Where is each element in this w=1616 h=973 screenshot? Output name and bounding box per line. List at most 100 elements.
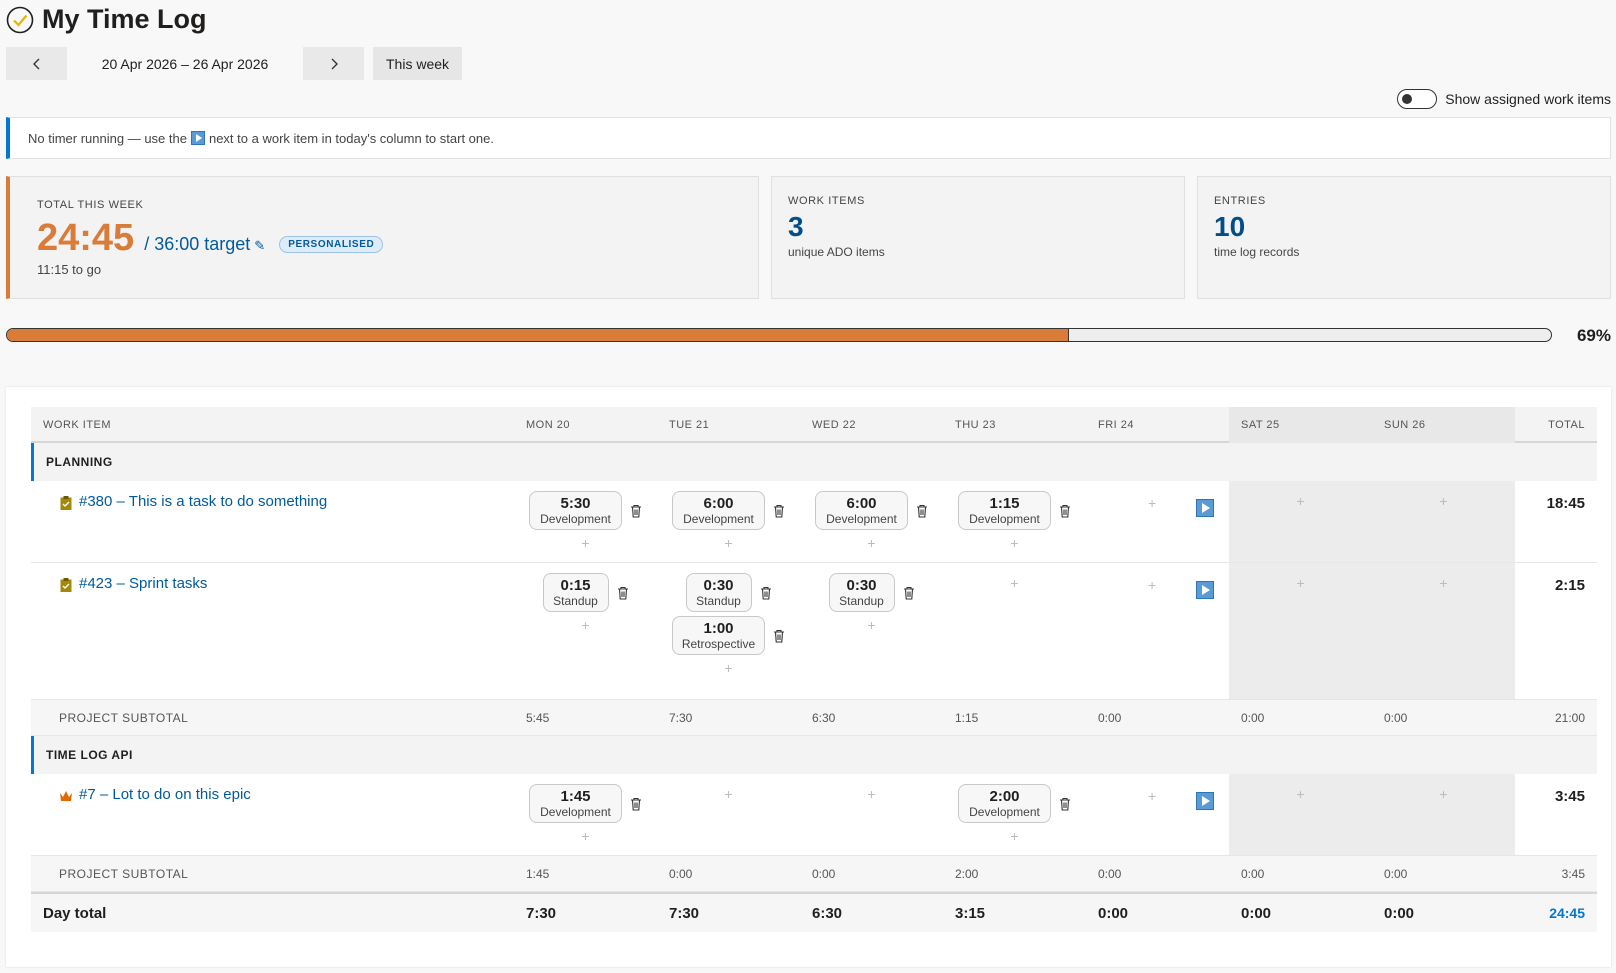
- add-entry-plus-icon[interactable]: +: [1148, 577, 1156, 593]
- weekly-progress-bar: [6, 328, 1552, 342]
- column-header: TUE 21: [669, 419, 710, 431]
- day-cell: 5:30 Development +: [514, 481, 657, 562]
- work-item-link[interactable]: #380 – This is a task to do something: [79, 493, 327, 510]
- add-entry-plus-icon[interactable]: +: [1229, 481, 1372, 509]
- day-entries: 0:30 Standup +: [800, 563, 943, 634]
- entries-label: ENTRIES: [1214, 195, 1266, 207]
- delete-trash-icon[interactable]: [903, 586, 915, 600]
- toggle-knob: [1402, 94, 1413, 104]
- project-subtotal-row: PROJECT SUBTOTAL 5:45 7:30 6:30 1:15 0:00 0:00…: [31, 700, 1597, 736]
- start-timer-play-icon[interactable]: [1196, 792, 1214, 810]
- delete-trash-icon[interactable]: [773, 629, 785, 643]
- add-entry-plus-icon[interactable]: +: [800, 774, 943, 802]
- time-entry: 0:15 Standup: [542, 573, 629, 612]
- edit-target-pencil-icon[interactable]: ✎: [254, 238, 265, 254]
- this-week-button[interactable]: This week: [373, 47, 463, 80]
- subtotal-value: 1:45: [526, 866, 550, 881]
- subtotal-value: 0:00: [669, 866, 693, 881]
- work-item-link[interactable]: #7 – Lot to do on this epic: [79, 786, 251, 803]
- add-entry-plus-icon[interactable]: +: [1010, 534, 1018, 552]
- add-entry-plus-icon[interactable]: +: [581, 534, 589, 552]
- time-entry-chip[interactable]: 1:15 Development: [958, 491, 1051, 530]
- day-cell: +: [1086, 563, 1229, 699]
- add-entry-plus-icon[interactable]: +: [867, 534, 875, 552]
- work-items-sub: unique ADO items: [788, 245, 885, 259]
- add-entry-plus-icon[interactable]: +: [1229, 563, 1372, 591]
- previous-week-button[interactable]: [6, 47, 67, 80]
- time-entry-chip[interactable]: 5:30 Development: [529, 491, 622, 530]
- timer-info-bar: No timer running — use the next to a wor…: [6, 117, 1611, 159]
- entries-card: ENTRIES 10 time log records: [1197, 176, 1611, 299]
- add-entry-plus-icon[interactable]: +: [724, 534, 732, 552]
- day-cell: +: [1229, 774, 1372, 855]
- day-total-value: 0:00: [1384, 904, 1415, 922]
- add-entry-plus-icon[interactable]: +: [581, 827, 589, 845]
- day-entries: 0:15 Standup +: [514, 563, 657, 634]
- show-assigned-label: Show assigned work items: [1445, 91, 1611, 107]
- next-week-button[interactable]: [303, 47, 364, 80]
- time-entry-chip[interactable]: 1:00 Retrospective: [672, 616, 765, 655]
- add-entry-plus-icon[interactable]: +: [724, 659, 732, 677]
- day-cell: 6:00 Development +: [800, 481, 943, 562]
- column-header: FRI 24: [1098, 419, 1135, 431]
- column-header: SAT 25: [1229, 407, 1372, 443]
- subtotal-value: 6:30: [812, 710, 836, 725]
- show-assigned-toggle[interactable]: [1397, 89, 1438, 109]
- time-entry: 0:30 Standup: [685, 573, 772, 612]
- day-cell: +: [1086, 774, 1229, 855]
- add-entry-plus-icon[interactable]: +: [1010, 827, 1018, 845]
- add-entry-plus-icon[interactable]: +: [657, 774, 800, 802]
- add-entry-plus-icon[interactable]: +: [1148, 495, 1156, 511]
- delete-trash-icon[interactable]: [630, 797, 642, 811]
- work-item-link[interactable]: #423 – Sprint tasks: [79, 575, 207, 592]
- delete-trash-icon[interactable]: [617, 586, 629, 600]
- add-entry-plus-icon[interactable]: +: [1372, 481, 1515, 509]
- week-navigation: 20 Apr 2026 – 26 Apr 2026 This week: [6, 47, 463, 80]
- add-entry-plus-icon[interactable]: +: [1372, 774, 1515, 802]
- day-cell: +: [1372, 563, 1515, 699]
- delete-trash-icon[interactable]: [916, 504, 928, 518]
- time-entry-chip[interactable]: 6:00 Development: [815, 491, 908, 530]
- time-entry-chip[interactable]: 1:45 Development: [529, 784, 622, 823]
- day-cell: +: [657, 774, 800, 855]
- column-header: WED 22: [812, 419, 856, 431]
- add-entry-plus-icon[interactable]: +: [943, 563, 1086, 591]
- delete-trash-icon[interactable]: [760, 586, 772, 600]
- add-entry-plus-icon[interactable]: +: [867, 616, 875, 634]
- work-item-cell: #7 – Lot to do on this epic: [31, 774, 514, 855]
- day-total-value: 24:45: [1549, 905, 1585, 921]
- day-entries: 0:30 Standup 1:00 Retrospective +: [657, 563, 800, 677]
- delete-trash-icon[interactable]: [1059, 797, 1071, 811]
- delete-trash-icon[interactable]: [1059, 504, 1071, 518]
- entry-duration: 5:30: [560, 495, 591, 512]
- entry-category: Standup: [839, 594, 884, 608]
- time-entry: 6:00 Development: [815, 491, 928, 530]
- delete-trash-icon[interactable]: [630, 504, 642, 518]
- time-entry-chip[interactable]: 0:15 Standup: [542, 573, 609, 612]
- add-entry-plus-icon[interactable]: +: [1372, 563, 1515, 591]
- start-timer-play-icon[interactable]: [1196, 499, 1214, 517]
- add-entry-plus-icon[interactable]: +: [1148, 788, 1156, 804]
- add-entry-plus-icon[interactable]: +: [581, 616, 589, 634]
- subtotal-value: 0:00: [1384, 866, 1408, 881]
- day-total-value: 3:15: [955, 904, 986, 922]
- day-cell: 0:30 Standup +: [800, 563, 943, 699]
- entry-category: Development: [540, 805, 611, 819]
- subtotal-value: 2:00: [955, 866, 979, 881]
- time-entry-chip[interactable]: 6:00 Development: [672, 491, 765, 530]
- day-total-value: 6:30: [812, 904, 843, 922]
- delete-trash-icon[interactable]: [773, 504, 785, 518]
- row-total: 3:45: [1554, 788, 1585, 805]
- day-cell: 2:00 Development +: [943, 774, 1086, 855]
- start-timer-play-icon[interactable]: [1196, 581, 1214, 599]
- add-entry-plus-icon[interactable]: +: [1229, 774, 1372, 802]
- progress-fill: [7, 329, 1069, 341]
- time-entry-chip[interactable]: 0:30 Standup: [685, 573, 752, 612]
- time-entry: 5:30 Development: [529, 491, 642, 530]
- personalised-badge: PERSONALISED: [279, 236, 384, 253]
- entry-duration: 6:00: [703, 495, 734, 512]
- time-entry-chip[interactable]: 2:00 Development: [958, 784, 1051, 823]
- entry-category: Development: [969, 512, 1040, 526]
- total-value: 24:45: [37, 217, 135, 259]
- time-entry-chip[interactable]: 0:30 Standup: [828, 573, 895, 612]
